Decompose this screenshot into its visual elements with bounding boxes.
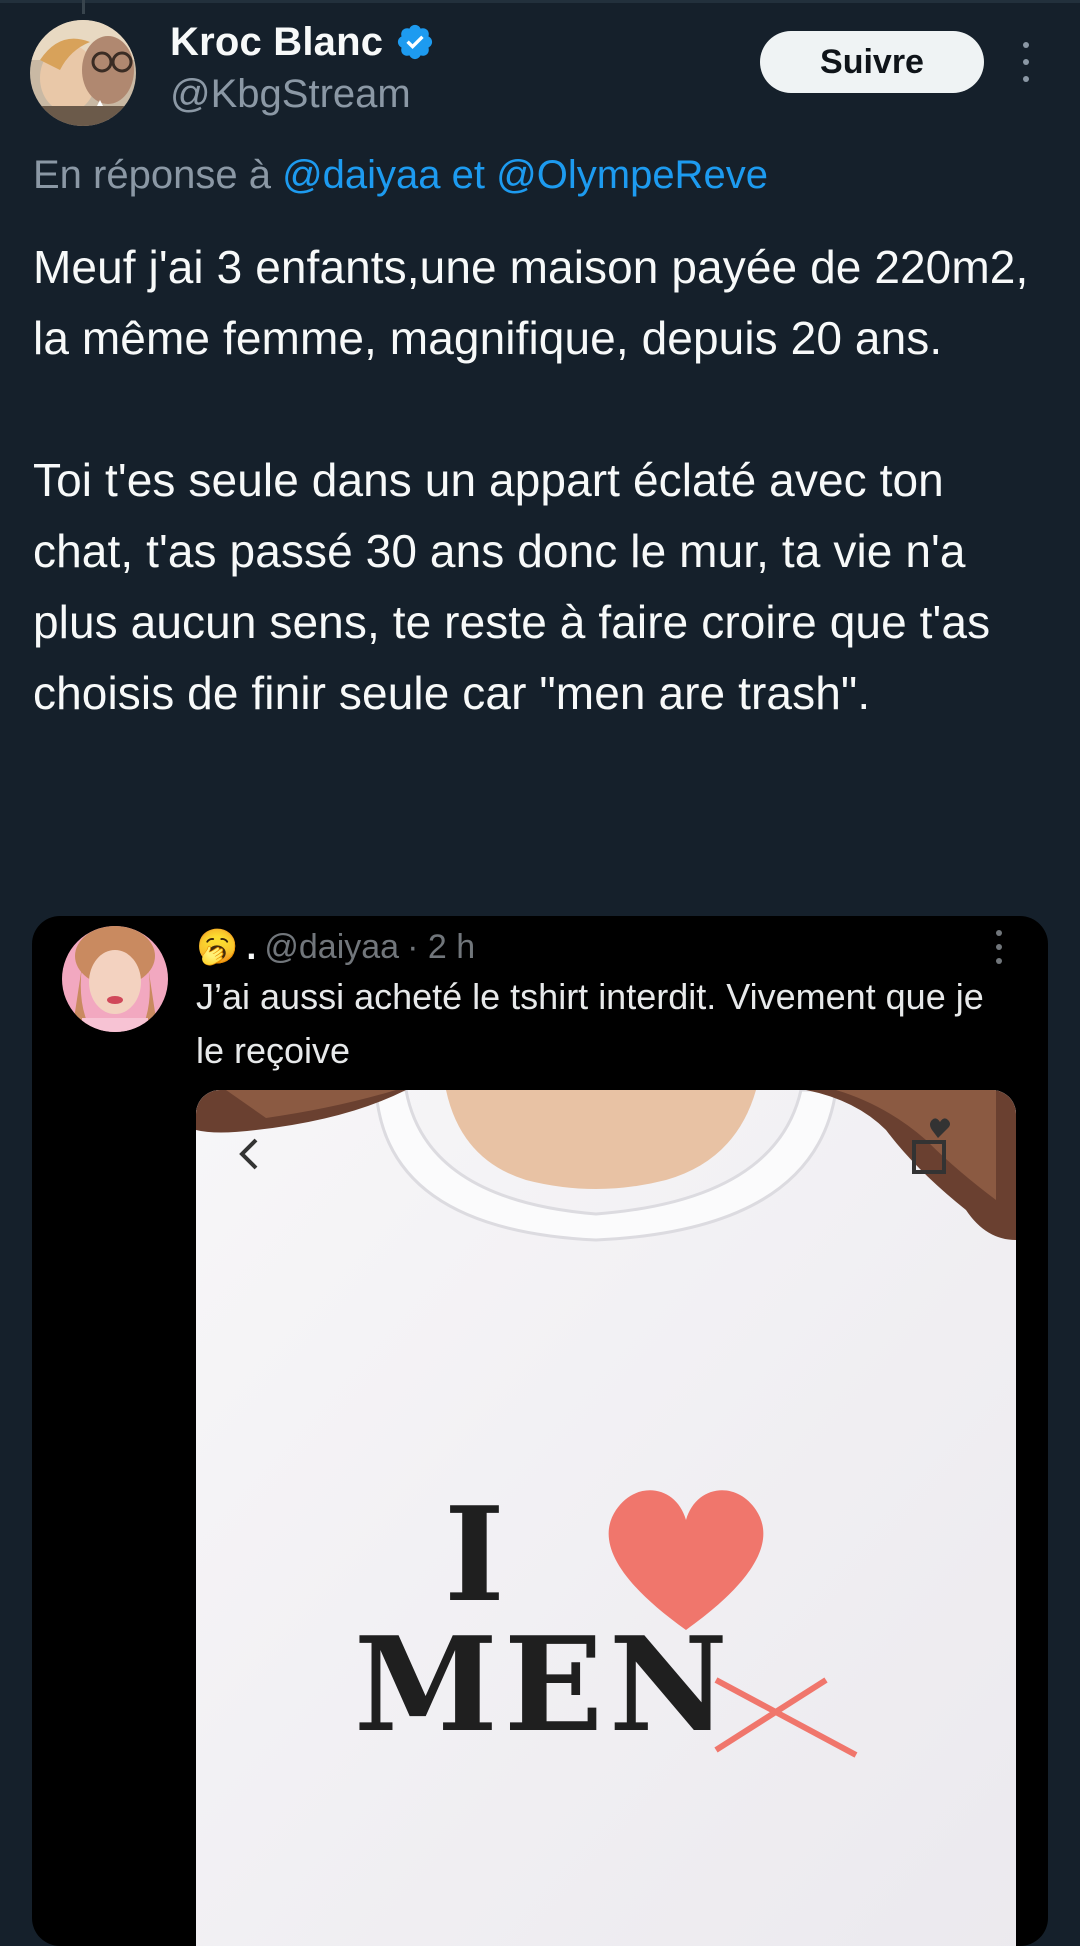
author-avatar[interactable]: [30, 20, 136, 126]
shirt-word-men: MEN: [354, 1608, 734, 1761]
quoted-timestamp[interactable]: · 2 h: [407, 928, 475, 967]
verified-badge-icon: [395, 22, 435, 62]
author-display-name[interactable]: Kroc Blanc: [170, 20, 383, 65]
quoted-display-name[interactable]: .: [246, 926, 256, 968]
quoted-more-icon[interactable]: [992, 930, 1006, 964]
follow-button[interactable]: Suivre: [760, 31, 984, 93]
mention-olympereve[interactable]: @OlympeReve: [496, 153, 768, 197]
author-name-row: Kroc Blanc: [170, 16, 435, 68]
quoted-media-image[interactable]: I MEN: [196, 1090, 1016, 1946]
thread-line: [82, 0, 85, 14]
mention-daiyaa[interactable]: @daiyaa: [282, 153, 440, 197]
author-handle[interactable]: @KbgStream: [170, 72, 411, 117]
top-divider: [0, 0, 1080, 3]
tweet-text: Meuf j'ai 3 enfants,une maison payée de …: [33, 241, 1029, 719]
quoted-header: 🥱 . @daiyaa · 2 h: [196, 924, 475, 970]
quoted-author-avatar[interactable]: [62, 926, 168, 1032]
reply-conjunction: et: [440, 153, 497, 197]
quoted-text: J’ai aussi acheté le tshirt interdit. Vi…: [196, 976, 984, 1071]
quoted-handle[interactable]: @daiyaa: [264, 928, 399, 967]
yawning-face-icon: 🥱: [196, 928, 239, 966]
more-options-icon[interactable]: [1016, 42, 1036, 82]
reply-prefix: En réponse à: [33, 153, 283, 197]
reply-to-line: En réponse à @daiyaa et @OlympeReve: [33, 153, 768, 198]
tshirt-photo-icon: I MEN: [196, 1090, 1016, 1946]
quoted-tweet-card[interactable]: 🥱 . @daiyaa · 2 h J’ai aussi acheté le t…: [32, 916, 1048, 1946]
